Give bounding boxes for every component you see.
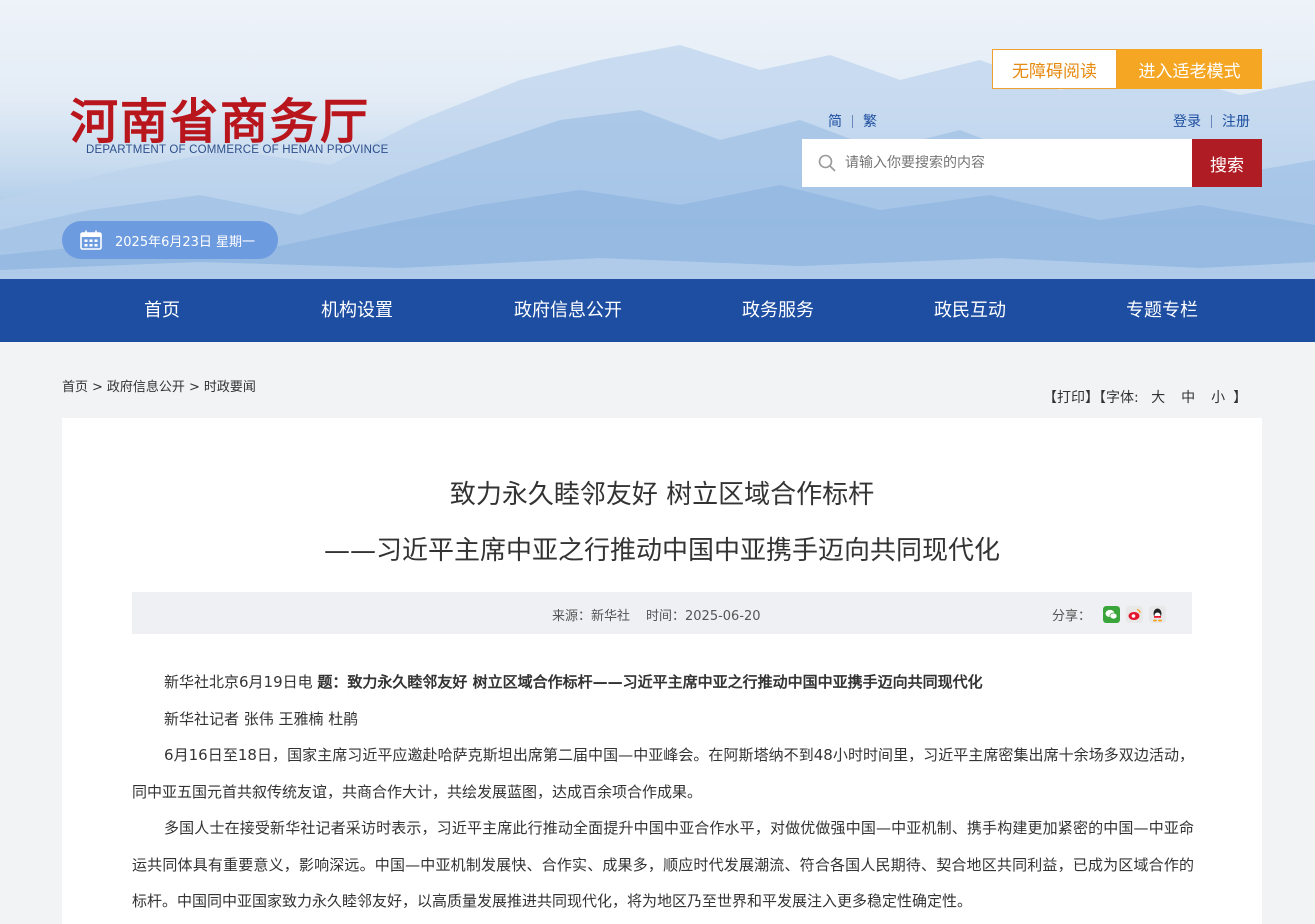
article-source: 来源：新华社 bbox=[552, 609, 631, 624]
accessibility-reading-button[interactable]: 无障碍阅读 bbox=[992, 49, 1117, 89]
share-bar: 分享： bbox=[1052, 605, 1167, 624]
nav-item-services[interactable]: 政务服务 bbox=[742, 279, 814, 342]
main-navigation: 首页 机构设置 政府信息公开 政务服务 政民互动 专题专栏 bbox=[0, 279, 1315, 342]
breadcrumb: 首页 > 政府信息公开 > 时政要闻 bbox=[62, 376, 256, 395]
dateline: 新华社北京6月19日电 bbox=[164, 673, 318, 691]
breadcrumb-separator: > bbox=[92, 380, 103, 395]
share-label: 分享： bbox=[1052, 609, 1092, 624]
article-paragraph: 6月16日至18日，国家主席习近平应邀赴哈萨克斯坦出席第二届中国—中亚峰会。在阿… bbox=[132, 746, 1194, 801]
font-small-button[interactable]: 小 bbox=[1211, 390, 1225, 406]
divider bbox=[1211, 114, 1212, 128]
font-medium-button[interactable]: 中 bbox=[1181, 390, 1195, 406]
calendar-icon bbox=[80, 230, 102, 250]
article-paragraph: 多国人士在接受新华社记者采访时表示，习近平主席此行推动全面提升中国中亚合作水平，… bbox=[132, 819, 1194, 910]
breadcrumb-gov-info[interactable]: 政府信息公开 bbox=[107, 380, 185, 395]
breadcrumb-current[interactable]: 时政要闻 bbox=[204, 380, 256, 395]
font-size-label: 【字体: bbox=[1099, 390, 1139, 406]
breadcrumb-home[interactable]: 首页 bbox=[62, 380, 88, 395]
nav-item-gov-info[interactable]: 政府信息公开 bbox=[514, 279, 622, 342]
nav-item-organization[interactable]: 机构设置 bbox=[321, 279, 393, 342]
search-input[interactable] bbox=[845, 155, 1175, 171]
weibo-icon[interactable] bbox=[1126, 606, 1144, 623]
article-body: 新华社北京6月19日电 题：致力永久睦邻友好 树立区域合作标杆——习近平主席中亚… bbox=[132, 664, 1194, 920]
date-display: 2025年6月23日 星期一 bbox=[62, 221, 278, 259]
register-link[interactable]: 注册 bbox=[1222, 111, 1250, 131]
login-link[interactable]: 登录 bbox=[1173, 111, 1201, 131]
font-large-button[interactable]: 大 bbox=[1151, 390, 1165, 406]
nav-item-interaction[interactable]: 政民互动 bbox=[934, 279, 1006, 342]
article-time: 时间：2025-06-20 bbox=[646, 609, 761, 624]
search-box bbox=[802, 139, 1192, 187]
traditional-chinese-link[interactable]: 繁 bbox=[863, 111, 877, 131]
article-subtitle: ——习近平主席中亚之行推动中国中亚携手迈向共同现代化 bbox=[323, 536, 1000, 566]
site-header: 河南省商务厅 DEPARTMENT OF COMMERCE OF HENAN P… bbox=[0, 0, 1315, 279]
article-paragraph: 新华社北京6月19日电 题：致力永久睦邻友好 树立区域合作标杆——习近平主席中亚… bbox=[132, 664, 1194, 701]
print-button[interactable]: 【打印】 bbox=[1043, 390, 1099, 406]
article-title: 致力永久睦邻友好 树立区域合作标杆 bbox=[449, 480, 875, 510]
account-links: 登录 注册 bbox=[1173, 111, 1250, 131]
breadcrumb-separator: > bbox=[188, 380, 200, 395]
divider bbox=[852, 114, 853, 128]
article-meta: 来源：新华社 时间：2025-06-20 分享： bbox=[132, 592, 1192, 634]
nav-item-topics[interactable]: 专题专栏 bbox=[1126, 279, 1198, 342]
article-headline-bold: 题：致力永久睦邻友好 树立区域合作标杆——习近平主席中亚之行推动中国中亚携手迈向… bbox=[317, 673, 983, 691]
article-tools: 【打印】【字体: 大中小】 bbox=[1043, 387, 1247, 407]
language-switcher: 简 繁 bbox=[828, 111, 877, 131]
site-logo-chinese[interactable]: 河南省商务厅 bbox=[70, 82, 370, 152]
nav-item-home[interactable]: 首页 bbox=[144, 279, 180, 342]
site-logo-english: DEPARTMENT OF COMMERCE OF HENAN PROVINCE bbox=[86, 144, 389, 156]
search-icon bbox=[818, 154, 836, 172]
current-date: 2025年6月23日 星期一 bbox=[115, 234, 256, 250]
article-byline: 新华社记者 张伟 王雅楠 杜鹃 bbox=[164, 709, 359, 728]
simplified-chinese-link[interactable]: 简 bbox=[828, 111, 842, 131]
search-button[interactable]: 搜索 bbox=[1192, 139, 1262, 187]
font-size-close: 】 bbox=[1233, 390, 1248, 406]
elder-mode-button[interactable]: 进入适老模式 bbox=[1117, 49, 1262, 89]
wechat-icon[interactable] bbox=[1103, 606, 1121, 623]
qq-icon[interactable] bbox=[1149, 606, 1167, 623]
